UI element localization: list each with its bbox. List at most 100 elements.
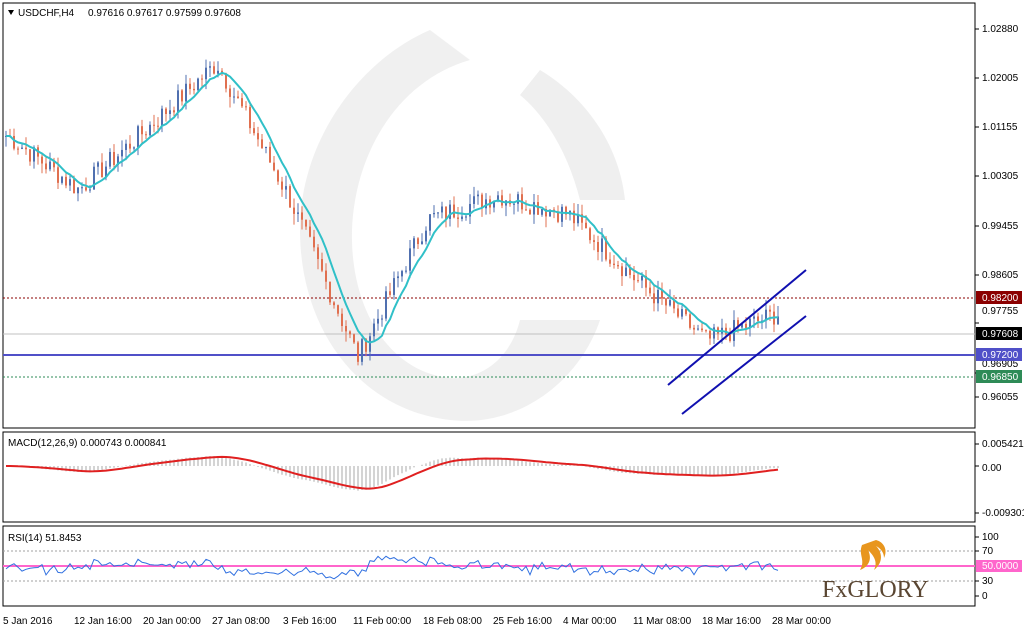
forex-chart: USDCHF,H4 0.97616 0.97617 0.97599 0.9760… [2,2,1024,627]
candle-body [385,291,387,319]
level-label-resistance: 0.98200 [982,293,1019,304]
level-label-current: 0.97608 [982,329,1019,340]
macd-title: MACD(12,26,9) 0.000743 0.000841 [8,438,167,449]
candle-body [237,96,239,99]
candle-body [173,110,175,113]
time-tick: 18 Feb 08:00 [423,616,482,627]
candle-body [617,264,619,267]
price-tick: 0.97755 [982,306,1019,317]
candle-body [377,318,379,324]
candle-body [541,209,543,215]
candle-body [209,66,211,68]
candle-body [61,176,63,183]
logo-text: FxGLORY [822,577,929,603]
candle-body [201,78,203,80]
candle-body [745,323,747,328]
candle-body [397,276,399,279]
candle-body [669,300,671,306]
candle-body [637,280,639,282]
candle-body [269,146,271,163]
candle-body [317,247,319,260]
candle-body [513,203,515,205]
candle-body [433,212,435,215]
candle-body [693,327,695,330]
time-tick: 11 Feb 00:00 [353,616,412,627]
candle-body [129,143,131,149]
candle-body [277,170,279,182]
candle-body [353,334,355,343]
candle-body [289,186,291,208]
candle-body [589,228,591,241]
candle-body [205,67,207,80]
candle-body [333,302,335,306]
candle-body [437,212,439,214]
candle-body [537,202,539,215]
candle-body [29,149,31,162]
candle-body [389,291,391,295]
candle-body [297,212,299,214]
candle-body [381,318,383,320]
candle-body [45,163,47,170]
candle-body [281,181,283,190]
price-tick: 0.96055 [982,392,1019,403]
candle-body [697,328,699,330]
candle-body [641,276,643,281]
candle-body [329,281,331,303]
candle-body [417,238,419,245]
candle-body [461,216,463,219]
candle-body [245,106,247,108]
candle-body [373,323,375,337]
candle-body [197,78,199,91]
candle-body [349,331,351,335]
candle-body [69,179,71,186]
time-tick: 5 Jan 2016 [3,616,53,627]
time-tick: 4 Mar 00:00 [563,616,617,627]
candle-body [233,96,235,98]
candle-body [429,214,431,231]
candle-body [113,151,115,165]
candle-body [413,238,415,249]
rsi-tick: 70 [982,546,994,557]
candle-body [101,162,103,178]
macd-tick: -0.009301 [982,508,1024,519]
candle-body [753,316,755,319]
candle-body [177,90,179,113]
candle-body [701,328,703,331]
price-tick: 0.98605 [982,270,1019,281]
candle-body [593,240,595,243]
candle-body [361,339,363,362]
time-tick: 25 Feb 16:00 [493,616,552,627]
price-tick: 0.99455 [982,221,1019,232]
candle-body [681,309,683,317]
price-axis: 1.02880 1.02005 1.01155 1.00305 0.99455 … [975,24,1019,403]
candle-body [13,135,15,149]
macd-tick: 0.005421 [982,439,1024,450]
candle-body [613,263,615,265]
candle-body [729,334,731,341]
candle-body [261,139,263,149]
candle-body [165,108,167,114]
rsi-tick: 100 [982,532,999,543]
candle-body [57,167,59,183]
candle-body [321,259,323,271]
candle-body [657,289,659,304]
candle-body [357,342,359,362]
candle-body [193,88,195,91]
candle-body [709,330,711,339]
level-label-support: 0.96850 [982,372,1019,383]
candle-body [285,186,287,190]
symbol-label: USDCHF,H4 [18,8,75,19]
candle-body [77,187,79,194]
candle-body [157,125,159,127]
candle-body [213,66,215,74]
candle-body [41,156,43,164]
candle-body [325,270,327,282]
candle-body [601,238,603,252]
rsi-tick: 30 [982,576,994,587]
candle-body [313,236,315,248]
header: USDCHF,H4 0.97616 0.97617 0.97599 0.9760… [8,8,241,19]
candle-body [149,124,151,136]
candle-body [477,194,479,197]
candle-body [217,70,219,74]
candle-body [265,146,267,149]
